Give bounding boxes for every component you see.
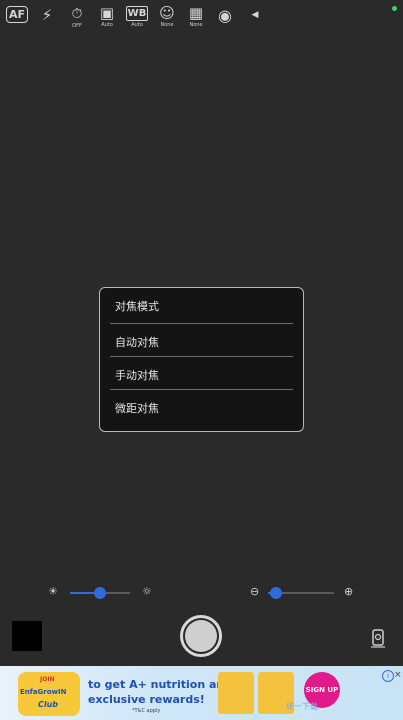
menu-divider — [110, 389, 293, 390]
exposure-knob[interactable] — [94, 587, 106, 599]
image-auto-icon[interactable]: ▣ Auto — [96, 6, 118, 32]
face-detect-icon[interactable]: ☺ None — [156, 6, 178, 32]
zoom-knob[interactable] — [269, 587, 282, 599]
focus-option-auto[interactable]: 自动对焦 — [115, 334, 159, 350]
chevron-glyph: ◀ — [251, 10, 259, 20]
capture-glyph: ◉ — [218, 6, 232, 25]
chevron-left-icon[interactable]: ◀ — [244, 6, 266, 32]
ad-info-icon[interactable]: i — [382, 670, 394, 682]
focus-option-macro[interactable]: 微距对焦 — [115, 400, 159, 416]
face-glyph: ☺ — [159, 4, 175, 22]
menu-divider — [110, 323, 293, 324]
shutter-button[interactable] — [180, 615, 222, 657]
white-balance-icon[interactable]: WB Auto — [125, 6, 149, 32]
timer-state: OFF — [72, 23, 82, 29]
af-icon[interactable]: AF — [5, 6, 29, 32]
flash-icon[interactable]: ⚡ — [36, 6, 58, 32]
gallery-thumbnail[interactable] — [12, 621, 42, 651]
brightness-low-icon: ☀ — [48, 585, 58, 598]
ad-brand-sub: Club — [38, 700, 59, 709]
ad-brand-top: JOIN — [40, 676, 55, 683]
ad-line-1: to get A+ nutrition and — [88, 678, 233, 691]
capture-settings-icon[interactable]: ◉ — [214, 6, 236, 32]
ad-banner[interactable]: JOIN EnfaGrowIN Club to get A+ nutrition… — [0, 666, 403, 720]
wb-state: Auto — [131, 22, 143, 28]
zoom-out-icon: ⊖ — [250, 585, 260, 598]
timer-off-icon[interactable]: ⏱ OFF — [66, 6, 88, 32]
ad-product-image — [218, 672, 254, 714]
focus-option-manual[interactable]: 手动对焦 — [115, 367, 159, 383]
camera-bottom-bar — [0, 606, 403, 666]
image-state: Auto — [101, 22, 113, 28]
timer-glyph: ⏱ — [71, 6, 83, 22]
camera-toolbar: AF ⚡ ⏱ OFF ▣ Auto WB Auto ☺ None ▦ None ◉ ◀ — [0, 0, 403, 36]
grid-state: None — [189, 22, 203, 28]
wb-label: WB — [125, 6, 149, 21]
zoom-slider[interactable]: ⊖ ⊕ — [250, 585, 358, 600]
zoom-in-icon: ⊕ — [344, 585, 354, 598]
focus-mode-menu: 对焦模式 自动对焦 手动对焦 微距对焦 — [99, 287, 304, 432]
shutter-inner — [185, 620, 217, 652]
status-dot — [392, 6, 397, 11]
image-glyph: ▣ — [99, 4, 115, 22]
grid-glyph: ▦ — [188, 4, 204, 22]
brightness-high-icon: ☼ — [142, 585, 152, 598]
face-state: None — [160, 22, 174, 28]
ad-line-2: exclusive rewards! — [88, 693, 205, 706]
switch-camera-svg — [371, 629, 385, 648]
menu-divider — [110, 356, 293, 357]
grid-icon[interactable]: ▦ None — [185, 6, 207, 32]
ad-close-icon[interactable]: × — [394, 670, 403, 680]
switch-camera-icon[interactable] — [370, 628, 386, 648]
exposure-slider[interactable]: ☀ ☼ — [48, 585, 156, 600]
focus-menu-title: 对焦模式 — [115, 300, 159, 313]
af-label: AF — [5, 6, 29, 23]
ad-brand-name: EnfaGrowIN — [20, 688, 67, 696]
ad-terms: *T&C apply — [132, 708, 161, 714]
watermark-text: 统一下载 — [286, 702, 318, 711]
ad-brand-logo: JOIN EnfaGrowIN Club — [18, 672, 80, 716]
flash-glyph: ⚡ — [41, 6, 53, 24]
